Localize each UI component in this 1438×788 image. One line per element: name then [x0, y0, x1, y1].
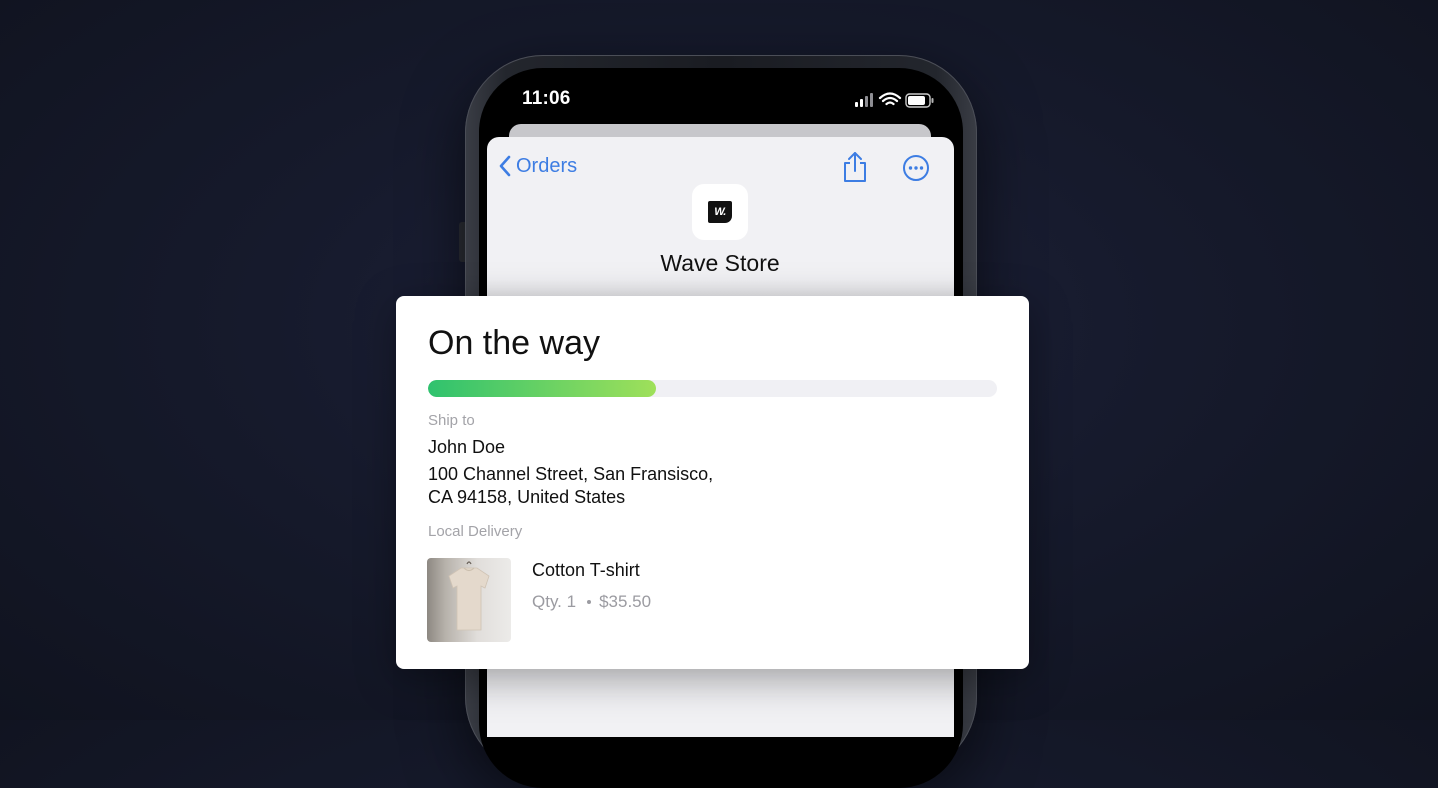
delivery-method-label: Local Delivery: [428, 523, 523, 540]
order-status-title: On the way: [428, 324, 600, 362]
share-button[interactable]: [840, 150, 870, 184]
signal-icon: [855, 93, 873, 107]
recipient-name: John Doe: [428, 437, 506, 457]
back-button[interactable]: Orders: [498, 154, 577, 178]
status-time: 11:06: [522, 88, 571, 109]
address-line-2: CA 94158, United States: [428, 487, 626, 507]
back-button-label: Orders: [516, 154, 578, 177]
ship-to-label: Ship to: [428, 412, 475, 429]
status-icons: [855, 90, 935, 110]
product-meta: Qty. 1 $35.50: [532, 592, 651, 612]
store-name: Wave Store: [660, 250, 780, 276]
more-button[interactable]: [902, 154, 930, 182]
product-image: [427, 558, 511, 642]
delivery-progress-bar: [428, 380, 997, 397]
address-line-1: 100 Channel Street, San Fransisco,: [428, 464, 714, 484]
chevron-left-icon: [499, 155, 511, 177]
battery-icon: [905, 93, 934, 108]
product-price: $35.50: [599, 592, 652, 611]
product-quantity: Qty. 1: [532, 592, 577, 611]
order-status-card: On the way Ship to John Doe 100 Channel …: [396, 296, 1029, 669]
store-logo-mark: W.: [708, 201, 732, 223]
separator-dot: [587, 600, 592, 604]
store-logo: W.: [692, 184, 748, 240]
t-shirt-icon: [448, 561, 490, 631]
wifi-icon: [878, 92, 902, 106]
more-icon: [903, 155, 929, 181]
delivery-progress-fill: [428, 380, 656, 397]
product-name: Cotton T-shirt: [532, 560, 640, 580]
share-icon: [844, 152, 866, 182]
